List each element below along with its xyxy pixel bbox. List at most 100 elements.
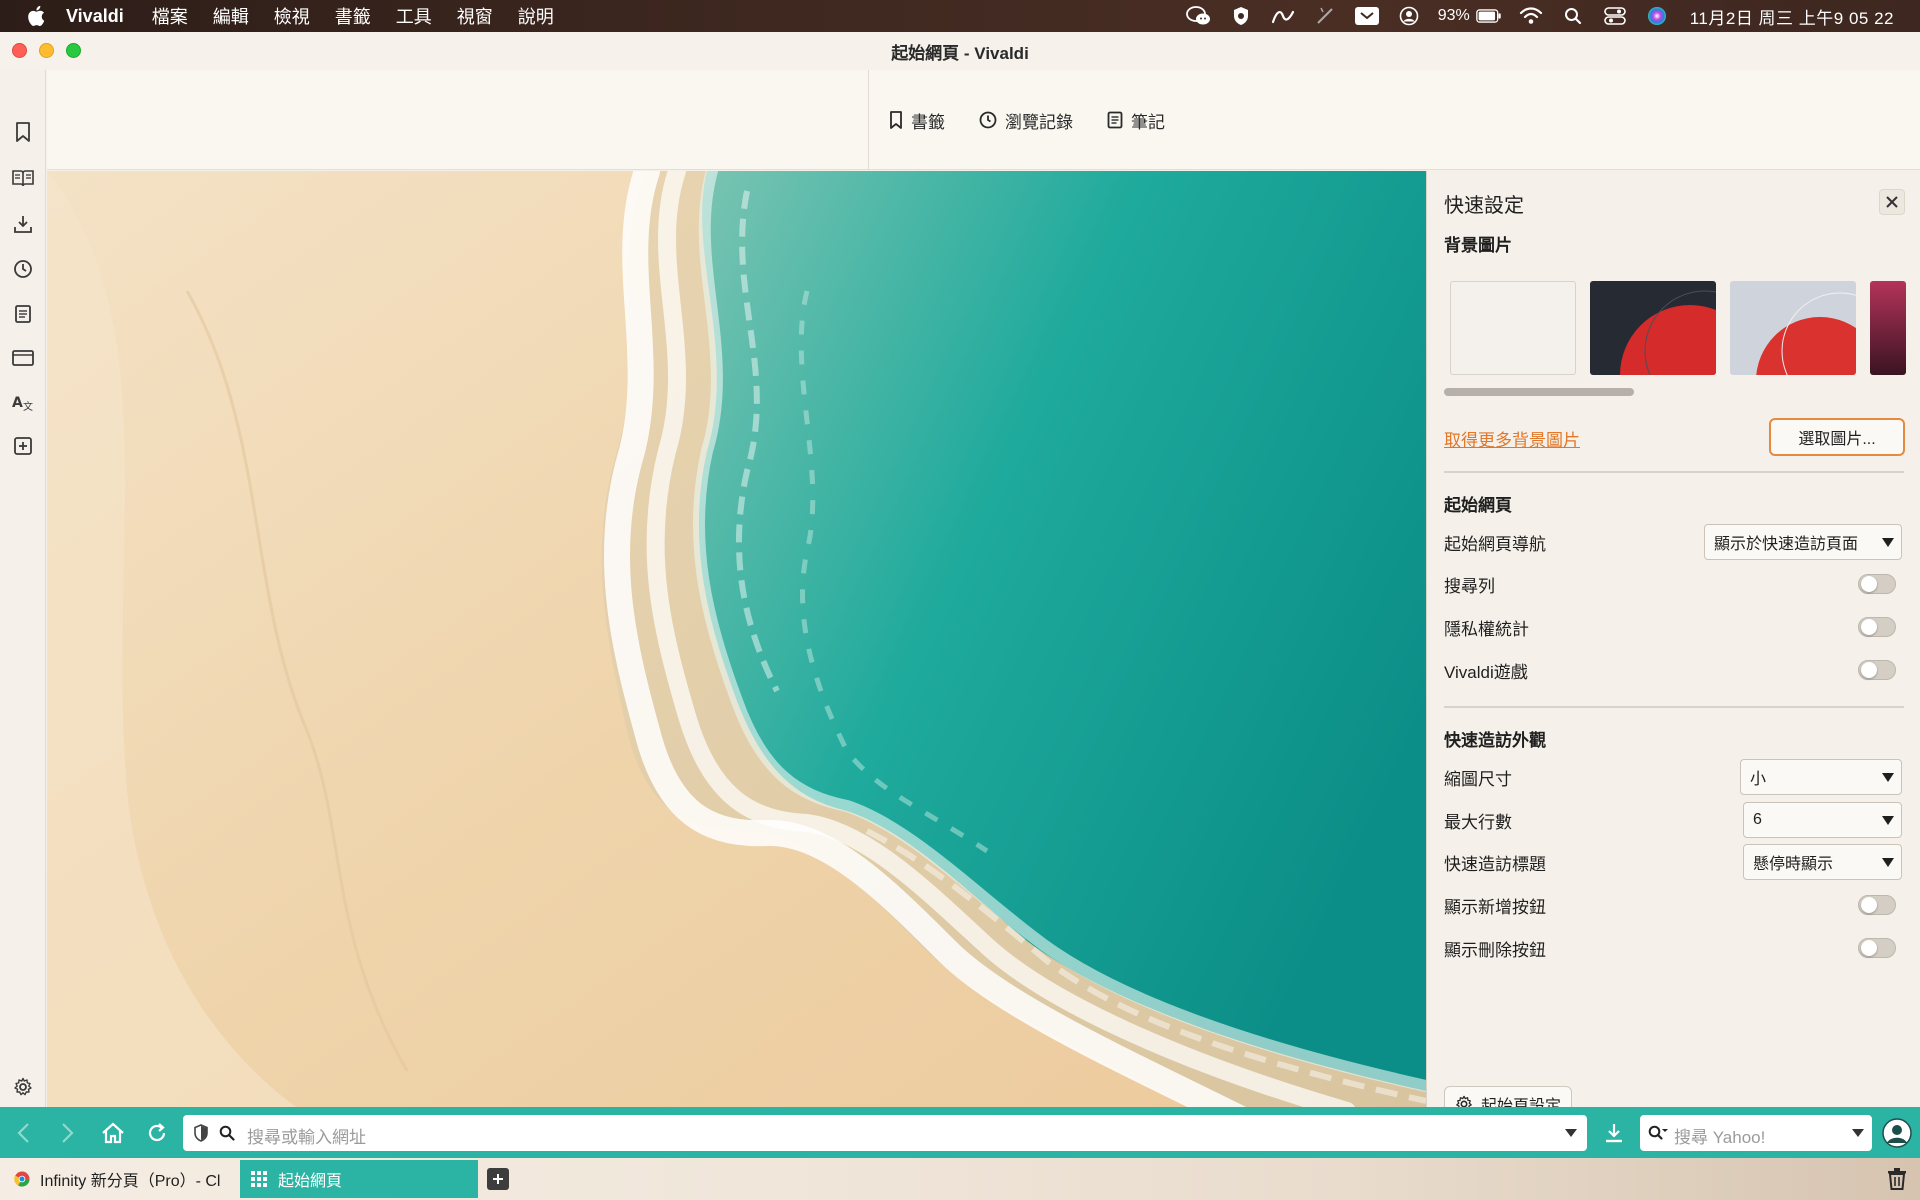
background-thumb-pink[interactable] (1870, 281, 1906, 375)
plus-icon (493, 1174, 503, 1184)
background-thumb-light-red[interactable] (1730, 281, 1856, 375)
nav-notes[interactable]: 筆記 (1107, 108, 1165, 133)
max-columns-value: 6 (1753, 811, 1762, 828)
background-thumb-dark-red[interactable] (1590, 281, 1716, 375)
window-zoom-button[interactable] (66, 43, 81, 58)
nav-history[interactable]: 瀏覽記錄 (979, 108, 1073, 133)
thumb-size-select[interactable]: 小 (1740, 759, 1902, 795)
wand-status-icon[interactable] (1312, 5, 1338, 27)
tab-start-page[interactable]: 起始網頁 (240, 1160, 478, 1198)
battery-percent: 93% (1437, 7, 1470, 24)
bookmarks-icon[interactable] (11, 120, 35, 144)
back-icon (17, 1123, 29, 1143)
pick-image-button[interactable]: 選取圖片... (1769, 418, 1905, 456)
menu-bookmarks[interactable]: 書籤 (335, 3, 371, 29)
menu-file[interactable]: 檔案 (152, 3, 188, 29)
downloads-button[interactable] (1601, 1120, 1627, 1146)
profile-button[interactable] (1882, 1118, 1912, 1148)
svg-text:A: A (12, 395, 23, 411)
download-icon (1606, 1124, 1622, 1143)
reload-icon (148, 1123, 166, 1142)
battery-icon[interactable] (1475, 5, 1502, 27)
window-controls (12, 43, 81, 58)
trash-icon (1888, 1168, 1906, 1190)
tab-start-page-label: 起始網頁 (278, 1173, 343, 1190)
background-section-heading: 背景圖片 (1444, 236, 1512, 255)
wifi-icon[interactable] (1518, 5, 1544, 27)
shield-status-icon[interactable] (1228, 5, 1254, 27)
speed-dial-title-select[interactable]: 懸停時顯示 (1743, 844, 1902, 880)
home-icon (102, 1122, 124, 1144)
wechat-icon[interactable] (1185, 5, 1212, 27)
speed-dial-title-label: 快速造訪標題 (1444, 855, 1546, 874)
close-panel-button[interactable] (1879, 189, 1905, 215)
tab-infinity[interactable]: Infinity 新分頁（Pro）- Cl (10, 1160, 236, 1198)
start-page-background (47, 171, 1426, 1137)
vivaldi-game-toggle[interactable] (1858, 660, 1896, 680)
back-button[interactable] (10, 1120, 36, 1146)
start-page-nav: 書籤 瀏覽記錄 筆記 (868, 70, 1165, 170)
user-status-icon[interactable] (1396, 5, 1422, 27)
background-thumb-blank[interactable] (1450, 281, 1576, 375)
menu-help[interactable]: 說明 (518, 3, 554, 29)
get-more-backgrounds-link[interactable]: 取得更多背景圖片 (1444, 426, 1580, 451)
quick-settings-title: 快速設定 (1444, 195, 1524, 217)
quick-settings-panel: 快速設定 背景圖片 取得更多背景圖片 選取圖片... 起始網頁 起始網頁導航 顯… (1426, 171, 1920, 1137)
menubar-clock[interactable]: 11月2日 周三 上午9 05 22 (1690, 4, 1894, 29)
home-button[interactable] (100, 1120, 126, 1146)
search-engine-input[interactable]: 搜尋 Yahoo! (1640, 1115, 1872, 1151)
window-close-button[interactable] (12, 43, 27, 58)
spotlight-search-icon[interactable] (1560, 5, 1586, 27)
browser-window: 起始網頁 - Vivaldi A文 書籤 瀏覽記錄 筆記 快速設定 背景圖片 取… (0, 32, 1920, 1200)
show-delete-button-toggle[interactable] (1858, 938, 1896, 958)
nav-bookmarks-label: 書籤 (911, 112, 945, 132)
apple-logo-icon[interactable] (26, 5, 46, 27)
menu-edit[interactable]: 編輯 (213, 3, 249, 29)
history-icon[interactable] (11, 257, 35, 281)
start-nav-label: 起始網頁導航 (1444, 535, 1546, 554)
downloads-icon[interactable] (11, 212, 35, 236)
search-bar-toggle[interactable] (1858, 574, 1896, 594)
show-add-button-toggle[interactable] (1858, 895, 1896, 915)
notes-icon[interactable] (11, 302, 35, 326)
privacy-stats-label: 隱私權統計 (1444, 620, 1529, 639)
show-delete-button-label: 顯示刪除按鈕 (1444, 941, 1546, 960)
vivaldi-game-label: Vivaldi遊戲 (1444, 663, 1528, 682)
settings-icon[interactable] (11, 1075, 35, 1099)
url-input[interactable]: 搜尋或輸入網址 (183, 1115, 1587, 1151)
translate-icon[interactable]: A文 (11, 390, 35, 414)
inbox-status-icon[interactable] (1354, 5, 1380, 27)
max-columns-select[interactable]: 6 (1743, 802, 1902, 838)
bookmark-icon (890, 111, 902, 129)
chevron-down-icon[interactable] (1852, 1129, 1864, 1137)
app-menu[interactable]: Vivaldi (66, 6, 124, 27)
search-icon (219, 1125, 235, 1141)
tab-bar: Infinity 新分頁（Pro）- Cl 起始網頁 (0, 1158, 1920, 1200)
chevron-down-icon[interactable] (1565, 1129, 1577, 1137)
window-panel-icon[interactable] (11, 346, 35, 370)
control-center-icon[interactable] (1602, 5, 1628, 27)
forward-icon (62, 1123, 74, 1143)
start-nav-select[interactable]: 顯示於快速造訪頁面 (1704, 524, 1902, 560)
pen-status-icon[interactable] (1270, 5, 1296, 27)
nav-bookmarks[interactable]: 書籤 (889, 108, 945, 133)
title-bar[interactable]: 起始網頁 - Vivaldi (0, 32, 1920, 70)
menu-window[interactable]: 視窗 (457, 3, 493, 29)
closed-tabs-trash-button[interactable] (1886, 1167, 1908, 1191)
thumbnails-scrollbar[interactable] (1444, 388, 1634, 396)
close-icon (1886, 196, 1898, 208)
chevron-down-icon (1882, 538, 1894, 547)
new-tab-button[interactable] (487, 1168, 509, 1190)
speed-dial-grid-icon (251, 1171, 267, 1187)
privacy-stats-toggle[interactable] (1858, 617, 1896, 637)
siri-icon[interactable] (1644, 5, 1670, 27)
reading-list-icon[interactable] (11, 166, 35, 190)
search-placeholder: 搜尋 Yahoo! (1674, 1128, 1766, 1147)
menu-tools[interactable]: 工具 (396, 3, 432, 29)
menu-view[interactable]: 檢視 (274, 3, 310, 29)
add-web-panel-icon[interactable] (11, 434, 35, 458)
window-minimize-button[interactable] (39, 43, 54, 58)
reload-button[interactable] (144, 1120, 170, 1146)
forward-button[interactable] (55, 1120, 81, 1146)
macos-menubar: Vivaldi 檔案 編輯 檢視 書籤 工具 視窗 說明 93% 11月2日 周… (0, 0, 1920, 32)
